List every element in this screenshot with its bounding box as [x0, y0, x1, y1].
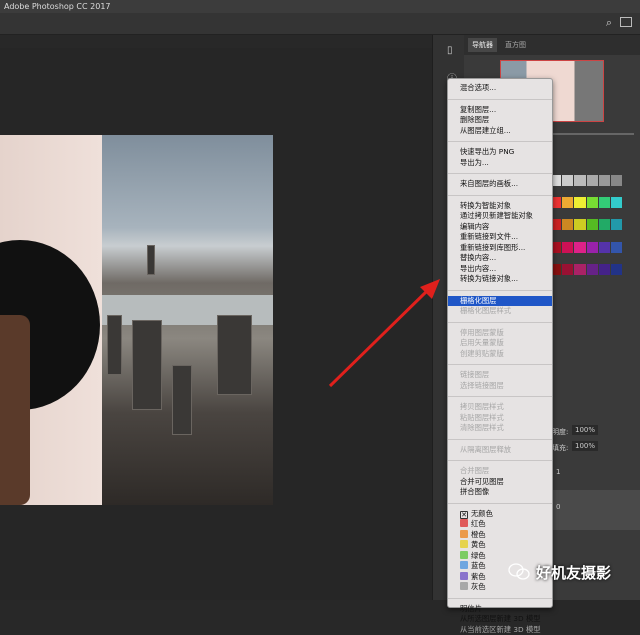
arrow-line — [330, 290, 428, 386]
menu-item-label: 从所选图层新建 3D 模型 — [460, 614, 541, 623]
menu-item-label: 明信片 — [460, 604, 482, 613]
menu-item-label: 从当前选区新建 3D 模型 — [460, 625, 541, 634]
menu-item[interactable]: 从所选图层新建 3D 模型 — [448, 614, 552, 625]
watermark: 好机友摄影 — [536, 562, 611, 583]
menu-item: 从当前选区新建 3D 模型 — [448, 625, 552, 635]
wechat-icon — [508, 563, 530, 581]
menu-item[interactable]: 明信片 — [448, 604, 552, 615]
red-arrow-annotation — [0, 0, 640, 600]
